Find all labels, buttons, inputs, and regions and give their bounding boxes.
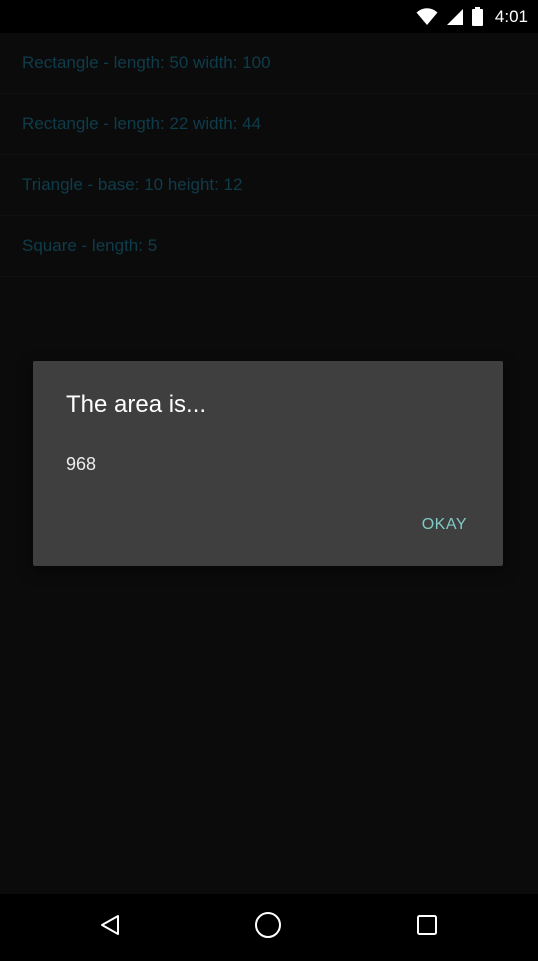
recents-button[interactable] [387,894,467,961]
battery-icon [471,7,483,26]
home-button[interactable] [228,894,308,961]
home-icon [254,911,282,944]
okay-button[interactable]: OKAY [422,516,467,534]
back-icon [98,913,122,942]
back-button[interactable] [70,894,150,961]
cell-signal-icon [446,8,464,26]
navigation-bar [0,894,538,961]
dialog-message: 968 [66,454,97,474]
dialog-title: The area is... [66,391,207,418]
status-bar: 4:01 [0,0,538,33]
status-clock: 4:01 [494,6,528,26]
wifi-icon [416,7,438,26]
status-icons: 4:01 [416,0,528,33]
recents-icon [415,913,439,942]
area-dialog: The area is... 968 OKAY [33,361,503,566]
